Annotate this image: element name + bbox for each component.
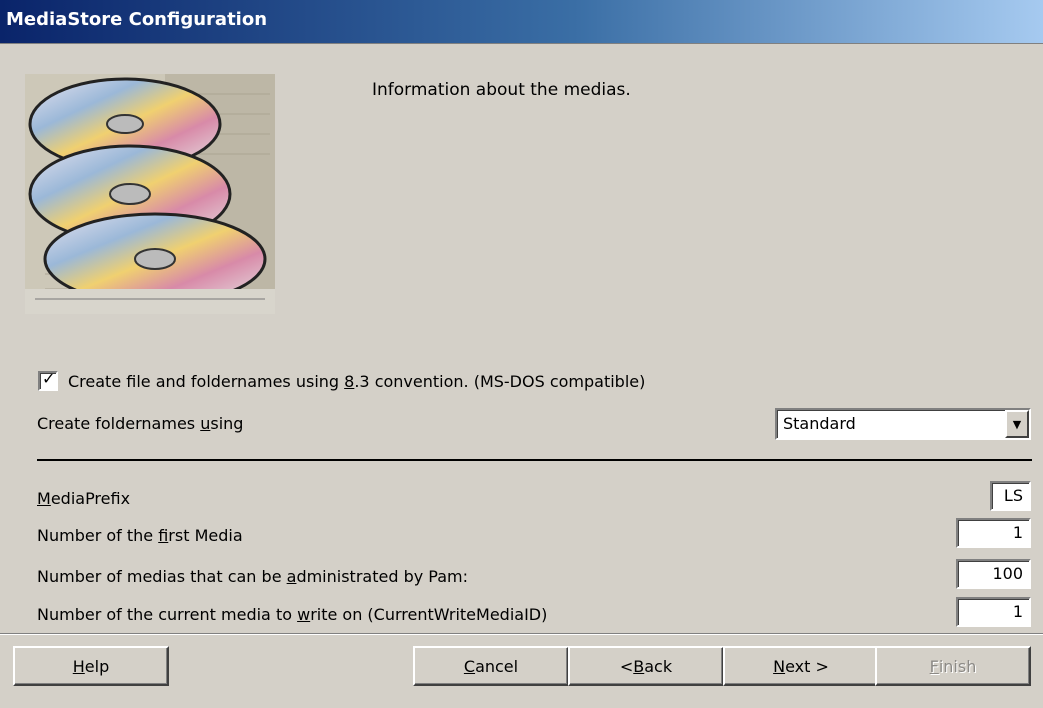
button-separator [0,633,1043,635]
dos-compatible-label: Create file and foldernames using 8.3 co… [68,371,646,391]
window-title: MediaStore Configuration [6,9,268,30]
info-text: Information about the medias. [372,80,631,100]
foldernames-value: Standard [783,414,856,433]
first-media-label: Number of the first Media [37,526,243,545]
back-button[interactable]: < Back [568,646,724,686]
media-prefix-label: MediaPrefix [37,489,131,508]
cd-discs-image [25,74,275,314]
checkmark-icon: ✓ [42,369,56,388]
current-media-input[interactable]: 1 [956,597,1031,627]
finish-button[interactable]: Finish [875,646,1031,686]
help-button[interactable]: Help [13,646,169,686]
dos-compatible-checkbox[interactable]: ✓ [38,369,58,391]
media-count-input[interactable]: 100 [956,559,1031,589]
media-count-label: Number of medias that can be administrat… [37,567,468,586]
cancel-button[interactable]: Cancel [413,646,569,686]
title-bar: MediaStore Configuration [0,0,1043,44]
first-media-input[interactable]: 1 [956,518,1031,548]
media-prefix-input[interactable]: LS [990,481,1031,511]
next-button[interactable]: Next > [723,646,879,686]
current-media-label: Number of the current media to write on … [37,605,548,624]
dos-compatible-option[interactable]: ✓ Create file and foldernames using 8.3 … [38,369,646,391]
divider [37,459,1032,461]
foldernames-select[interactable]: Standard ▼ [775,408,1031,440]
foldernames-label: Create foldernames using [37,414,244,433]
chevron-down-icon[interactable]: ▼ [1005,410,1029,438]
